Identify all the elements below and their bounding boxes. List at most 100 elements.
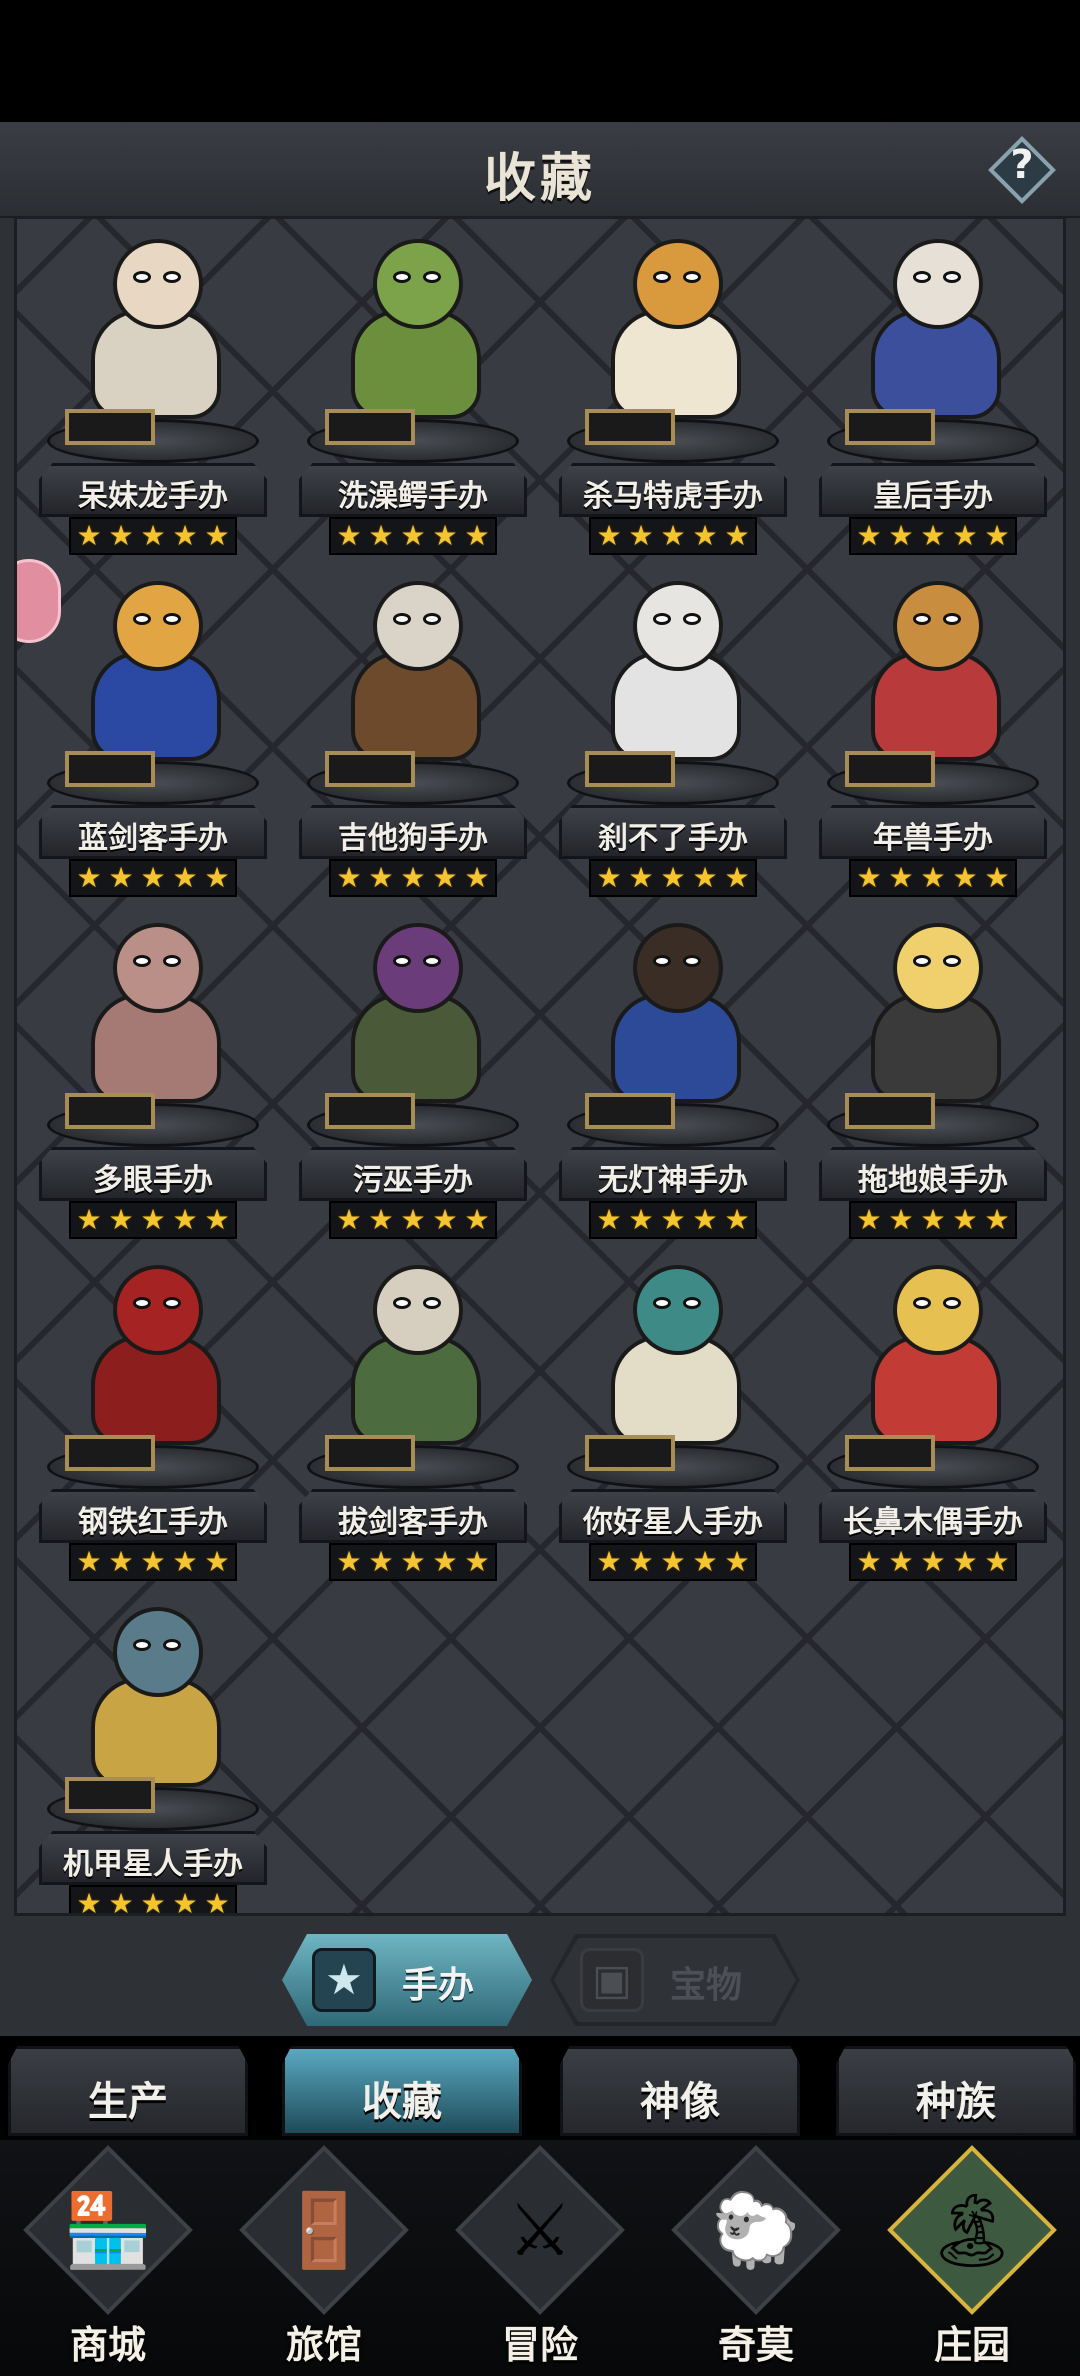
figure-name: 长鼻木偶手办 — [843, 1505, 1023, 1540]
star-icon: ★ — [140, 1545, 166, 1578]
tab-races[interactable]: 种族 — [836, 2046, 1076, 2136]
star-icon: ★ — [204, 861, 230, 894]
star-icon: ★ — [856, 1203, 882, 1236]
star-icon: ★ — [368, 861, 394, 894]
figure-plaque — [845, 409, 935, 445]
star-icon: ★ — [368, 1203, 394, 1236]
figure-card[interactable]: 年兽手办 ★ ★ ★ ★ ★ — [813, 571, 1053, 901]
star-icon: ★ — [984, 861, 1010, 894]
star-icon: ★ — [952, 1545, 978, 1578]
figure-art — [63, 1597, 243, 1797]
figure-card[interactable]: 污巫手办 ★ ★ ★ ★ ★ — [293, 913, 533, 1243]
star-trophy-icon: ★ — [312, 1948, 376, 2012]
star-icon: ★ — [368, 519, 394, 552]
figure-card[interactable]: 多眼手办 ★ ★ ★ ★ ★ — [33, 913, 273, 1243]
figure-card[interactable]: 吉他狗手办 ★ ★ ★ ★ ★ — [293, 571, 533, 901]
crossed-swords-icon: ⚔ — [507, 2188, 573, 2272]
figure-art — [63, 571, 243, 771]
star-icon: ★ — [464, 519, 490, 552]
nav-manor[interactable]: 🏝 庄园 — [872, 2140, 1072, 2376]
figure-card[interactable]: 刹不了手办 ★ ★ ★ ★ ★ — [553, 571, 793, 901]
star-icon: ★ — [464, 861, 490, 894]
star-rating: ★ ★ ★ ★ ★ — [589, 517, 757, 555]
star-icon: ★ — [984, 519, 1010, 552]
star-icon: ★ — [660, 519, 686, 552]
star-icon: ★ — [856, 1545, 882, 1578]
subtab-figures[interactable]: ★ 手办 — [282, 1934, 532, 2026]
star-icon: ★ — [628, 1203, 654, 1236]
figure-card[interactable]: 杀马特虎手办 ★ ★ ★ ★ ★ — [553, 229, 793, 559]
star-icon: ★ — [204, 1545, 230, 1578]
figure-card[interactable]: 你好星人手办 ★ ★ ★ ★ ★ — [553, 1255, 793, 1585]
star-rating: ★ ★ ★ ★ ★ — [849, 859, 1017, 897]
star-icon: ★ — [336, 861, 362, 894]
figure-plaque — [65, 1777, 155, 1813]
star-icon: ★ — [628, 519, 654, 552]
figure-plaque — [65, 1435, 155, 1471]
figure-card[interactable]: 无灯神手办 ★ ★ ★ ★ ★ — [553, 913, 793, 1243]
figure-card[interactable]: 钢铁红手办 ★ ★ ★ ★ ★ — [33, 1255, 273, 1585]
figure-plaque — [65, 1093, 155, 1129]
figure-plaque — [65, 409, 155, 445]
subtab-treasures[interactable]: ▣ 宝物 — [550, 1934, 800, 2026]
star-icon: ★ — [204, 1203, 230, 1236]
tab-production[interactable]: 生产 — [8, 2046, 248, 2136]
collection-panel: 收藏 ? 呆妹龙手办 ★ ★ ★ ★ ★ 洗澡鳄手办 ★ ★ ★ ★ ★ 杀马特虎手办 ★ ★ ★ ★ ★ 皇后手办… — [0, 122, 1080, 2036]
star-rating: ★ ★ ★ ★ ★ — [589, 1201, 757, 1239]
star-icon: ★ — [204, 1887, 230, 1916]
manor-island-icon: 🏝 — [926, 2188, 1018, 2272]
star-icon: ★ — [400, 1545, 426, 1578]
star-icon: ★ — [172, 861, 198, 894]
star-rating: ★ ★ ★ ★ ★ — [69, 1201, 237, 1239]
star-icon: ★ — [108, 861, 134, 894]
figure-card[interactable]: 洗澡鳄手办 ★ ★ ★ ★ ★ — [293, 229, 533, 559]
star-rating: ★ ★ ★ ★ ★ — [329, 517, 497, 555]
figure-name: 刹不了手办 — [598, 821, 748, 856]
figure-name: 钢铁红手办 — [78, 1505, 228, 1540]
nav-shop[interactable]: 🏪 商城 — [8, 2140, 208, 2376]
star-icon: ★ — [596, 1203, 622, 1236]
figure-card[interactable]: 机甲星人手办 ★ ★ ★ ★ ★ — [33, 1597, 273, 1916]
star-rating: ★ ★ ★ ★ ★ — [849, 517, 1017, 555]
figure-card[interactable]: 拔剑客手办 ★ ★ ★ ★ ★ — [293, 1255, 533, 1585]
subtab-treasures-label: 宝物 — [670, 1965, 743, 2006]
star-icon: ★ — [692, 1203, 718, 1236]
figure-name: 拖地娘手办 — [858, 1163, 1008, 1198]
star-rating: ★ ★ ★ ★ ★ — [69, 517, 237, 555]
star-rating: ★ ★ ★ ★ ★ — [69, 1885, 237, 1916]
nav-creatures[interactable]: 🐑 奇莫 — [656, 2140, 856, 2376]
star-icon: ★ — [432, 1545, 458, 1578]
star-icon: ★ — [920, 1203, 946, 1236]
section-tabs: 生产 收藏 神像 种族 — [0, 2036, 1080, 2140]
star-icon: ★ — [952, 519, 978, 552]
figure-name: 年兽手办 — [873, 821, 993, 856]
figure-card[interactable]: 皇后手办 ★ ★ ★ ★ ★ — [813, 229, 1053, 559]
star-icon: ★ — [336, 519, 362, 552]
tab-statues[interactable]: 神像 — [560, 2046, 800, 2136]
figure-art — [63, 913, 243, 1113]
star-icon: ★ — [432, 861, 458, 894]
shop-icon: 🏪 — [63, 2188, 153, 2272]
help-button[interactable]: ? — [986, 134, 1058, 206]
star-rating: ★ ★ ★ ★ ★ — [329, 1201, 497, 1239]
figure-art — [323, 1255, 503, 1455]
nav-inn[interactable]: 🚪 旅馆 — [224, 2140, 424, 2376]
star-icon: ★ — [888, 861, 914, 894]
star-icon: ★ — [140, 861, 166, 894]
tab-collection[interactable]: 收藏 — [282, 2046, 522, 2136]
star-rating: ★ ★ ★ ★ ★ — [329, 1543, 497, 1581]
figure-card[interactable]: 拖地娘手办 ★ ★ ★ ★ ★ — [813, 913, 1053, 1243]
star-rating: ★ ★ ★ ★ ★ — [329, 859, 497, 897]
nav-adventure[interactable]: ⚔ 冒险 — [440, 2140, 640, 2376]
star-icon: ★ — [108, 519, 134, 552]
figure-card[interactable]: 呆妹龙手办 ★ ★ ★ ★ ★ — [33, 229, 273, 559]
star-rating: ★ ★ ★ ★ ★ — [849, 1543, 1017, 1581]
figure-art — [583, 1255, 763, 1455]
figure-art — [323, 913, 503, 1113]
figure-plaque — [585, 1435, 675, 1471]
star-icon: ★ — [172, 1545, 198, 1578]
figure-card[interactable]: 长鼻木偶手办 ★ ★ ★ ★ ★ — [813, 1255, 1053, 1585]
figure-art — [583, 571, 763, 771]
star-icon: ★ — [172, 1887, 198, 1916]
figure-card[interactable]: 蓝剑客手办 ★ ★ ★ ★ ★ — [33, 571, 273, 901]
